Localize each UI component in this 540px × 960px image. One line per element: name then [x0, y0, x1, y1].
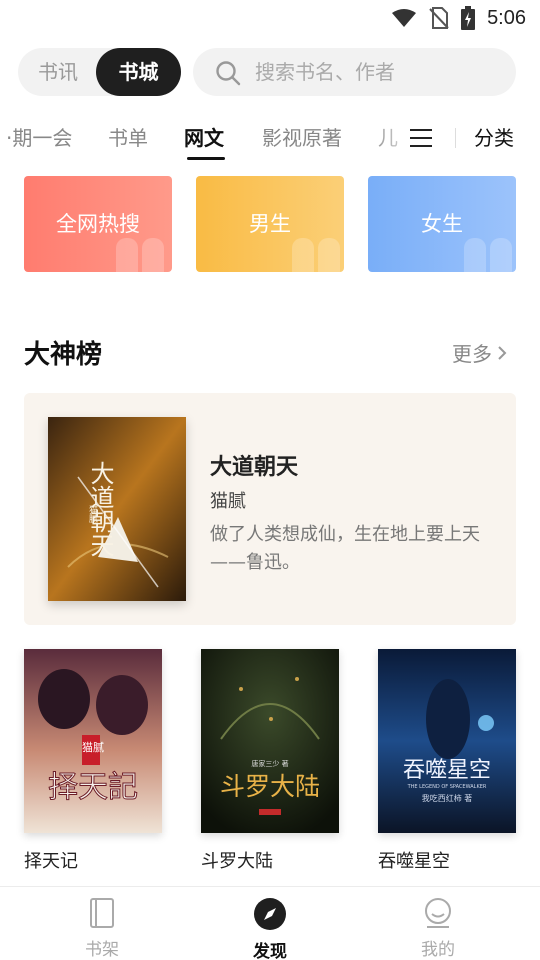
cover-tag: THE LEGEND OF SPACEWALKER [407, 784, 487, 790]
tab-book-store[interactable]: 书城 [96, 48, 181, 96]
book-item[interactable]: 猫腻 择天記 择天记 [24, 649, 162, 873]
featured-book-author: 猫腻 [210, 491, 246, 512]
cover-title: 吞噬星空 [403, 758, 491, 783]
book-item[interactable]: 吞噬星空 THE LEGEND OF SPACEWALKER 我吃西红柿 著 吞… [378, 649, 516, 873]
no-sim-icon [429, 7, 449, 29]
nav-label: 我的 [421, 940, 455, 960]
search-placeholder: 搜索书名、作者 [255, 60, 395, 84]
tab-film-originals[interactable]: 影视原著 [262, 122, 342, 151]
card-label: 女生 [421, 212, 463, 236]
card-female[interactable]: 女生 [368, 176, 516, 272]
book-item[interactable]: 唐家三少 著 斗罗大陆 斗罗大陆 [201, 649, 339, 873]
wifi-icon [392, 9, 417, 27]
cover-author: 我吃西红柿 著 [422, 793, 473, 803]
search-bar[interactable]: 搜索书名、作者 [193, 48, 516, 96]
featured-book-card[interactable]: 大道朝天 猫腻 大道朝天 猫腻 做了人类想成仙，生在地上要上天——鲁迅。 [24, 393, 516, 625]
nav-discover[interactable]: 发现 [220, 897, 320, 960]
profile-icon [425, 898, 451, 928]
bottom-nav: 书架 发现 我的 [0, 886, 540, 960]
compass-icon [254, 898, 286, 930]
book-cover[interactable]: 猫腻 择天記 [24, 649, 162, 833]
tab-booklists[interactable]: 书单 [108, 122, 148, 151]
card-label: 男生 [249, 212, 291, 236]
book-title: 择天记 [24, 851, 78, 872]
featured-book-cover[interactable]: 大道朝天 猫腻 [48, 417, 186, 601]
battery-charging-icon [461, 6, 476, 30]
cover-author: 猫腻 [87, 504, 98, 524]
category-tabs: ·期一会 书单 网文 影视原著 儿 分类 [0, 112, 540, 164]
top-segmented-control: 书讯 书城 [18, 48, 181, 96]
bookshelf-icon [90, 898, 114, 928]
status-bar: 5:06 [0, 0, 540, 36]
menu-icon[interactable] [408, 126, 434, 150]
tab-web-novels[interactable]: 网文 [184, 122, 224, 151]
more-link[interactable]: 更多 [452, 338, 508, 367]
book-cover[interactable]: 唐家三少 著 斗罗大陆 [201, 649, 339, 833]
active-tab-indicator [187, 157, 225, 160]
cover-title: 择天記 [48, 770, 138, 805]
featured-book-title: 大道朝天 [210, 455, 299, 480]
book-title: 吞噬星空 [378, 851, 450, 872]
nav-bookshelf[interactable]: 书架 [52, 897, 152, 960]
featured-book-description: 做了人类想成仙，生在地上要上天——鲁迅。 [210, 524, 480, 573]
cover-title: 斗罗大陆 [220, 772, 320, 801]
tab-divider [455, 128, 456, 148]
section-title: 大神榜 [24, 340, 103, 370]
category-button[interactable]: 分类 [474, 122, 514, 151]
chevron-right-icon [498, 345, 507, 360]
status-time: 5:06 [487, 6, 526, 29]
nav-label: 书架 [85, 940, 119, 960]
nav-label: 发现 [253, 942, 287, 960]
card-hot-search[interactable]: 全网热搜 [24, 176, 172, 272]
card-label: 全网热搜 [56, 212, 140, 236]
nav-profile[interactable]: 我的 [388, 897, 488, 960]
search-icon [216, 61, 241, 86]
cover-tag: 猫腻 [82, 741, 104, 754]
book-title: 斗罗大陆 [201, 851, 273, 872]
card-male[interactable]: 男生 [196, 176, 344, 272]
tab-book-news[interactable]: 书讯 [18, 48, 98, 96]
more-label: 更多 [452, 342, 492, 366]
book-cover[interactable]: 吞噬星空 THE LEGEND OF SPACEWALKER 我吃西红柿 著 [378, 649, 516, 833]
cover-tag: 唐家三少 著 [251, 759, 288, 768]
tab-yiqiyihui[interactable]: ·期一会 [6, 122, 72, 151]
